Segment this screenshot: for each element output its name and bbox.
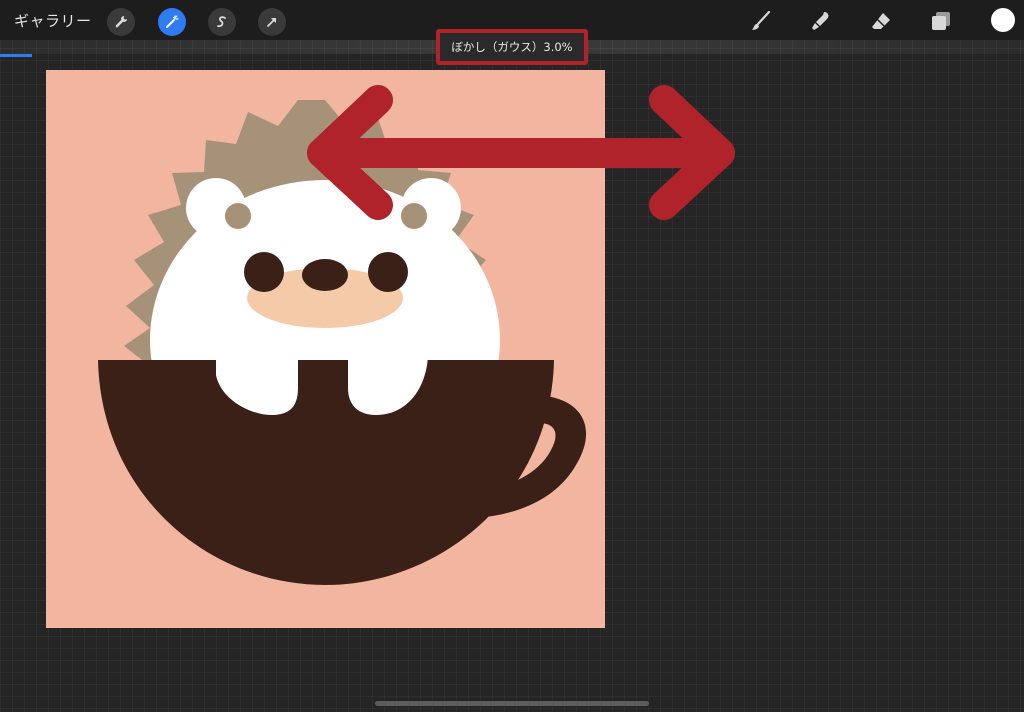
double-arrow-annotation	[307, 85, 735, 220]
magic-wand-icon	[166, 15, 179, 28]
eraser-icon	[872, 13, 890, 29]
color-swatch-button[interactable]	[991, 8, 1015, 32]
arrow-icon	[267, 18, 276, 27]
cup-body	[98, 360, 554, 585]
smudge-button[interactable]	[806, 6, 836, 36]
layers-button[interactable]	[926, 6, 956, 36]
eraser-button[interactable]	[866, 6, 896, 36]
brush-button[interactable]	[746, 6, 776, 36]
bear-nose	[302, 259, 348, 291]
blur-slider-fill	[0, 54, 32, 57]
home-indicator[interactable]	[375, 701, 649, 706]
bear-eye-right	[368, 252, 408, 292]
adjustments-button[interactable]	[158, 8, 186, 36]
selection-s-icon	[217, 16, 226, 28]
smudge-icon	[812, 12, 829, 30]
wrench-icon	[115, 16, 127, 28]
transform-button[interactable]	[258, 8, 286, 36]
actions-button[interactable]	[107, 8, 135, 36]
blur-value-label: ぼかし（ガウス）3.0%	[436, 29, 588, 65]
gallery-button[interactable]: ギャラリー	[14, 10, 92, 31]
brush-icon	[752, 10, 771, 30]
bear-eye-left	[244, 252, 284, 292]
selection-button[interactable]	[208, 8, 236, 36]
layers-icon	[932, 12, 950, 30]
